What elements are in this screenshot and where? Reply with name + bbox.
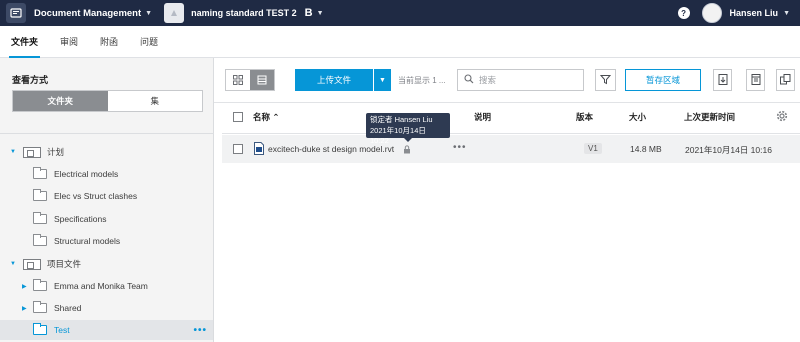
last-updated: 2021年10月14日 10:16	[685, 145, 772, 155]
select-all-checkbox[interactable]	[233, 112, 243, 122]
tree-item-label: Structural models	[54, 236, 121, 246]
tab-issues[interactable]: 问题	[129, 26, 169, 58]
collapsed-triangle-icon[interactable]: ▶	[22, 283, 30, 290]
search-icon	[464, 74, 474, 86]
tree-item-label: Elec vs Struct clashes	[54, 191, 138, 201]
collapsed-triangle-icon[interactable]: ▶	[22, 305, 30, 312]
folder-more-options-icon[interactable]: •••	[193, 325, 207, 336]
app-logo-icon[interactable]	[6, 3, 26, 23]
divider	[0, 133, 214, 134]
app-switcher-chevron-icon[interactable]: ▼	[145, 10, 152, 17]
tab-reviews[interactable]: 审阅	[49, 26, 89, 58]
tab-transmittals[interactable]: 附函	[89, 26, 129, 58]
panel-icon	[751, 73, 761, 87]
details-panel-button[interactable]	[746, 69, 765, 91]
tree-item-specifications[interactable]: Specifications	[33, 209, 214, 229]
tree-item-label: Specifications	[54, 214, 107, 224]
tree-item-emma-and-monika-team[interactable]: ▶ Emma and Monika Team	[22, 276, 214, 296]
compare-icon	[780, 73, 791, 87]
expanded-triangle-icon[interactable]: ▼	[10, 261, 18, 267]
lock-tooltip: 锁定者 Hansen Liu 2021年10月14日 10:22	[366, 113, 450, 145]
column-header-updated[interactable]: 上次更新时间	[684, 111, 735, 123]
column-header-label: 名称	[253, 112, 271, 122]
tree-item-label: 项目文件	[47, 259, 82, 269]
project-switcher-chevron-icon[interactable]: ▼	[317, 10, 324, 17]
tree-item-elec-vs-struct-clashes[interactable]: Elec vs Struct clashes	[33, 186, 214, 206]
app-title[interactable]: Document Management	[34, 8, 141, 19]
grid-view-icon[interactable]	[226, 70, 250, 90]
column-header-name[interactable]: 名称 ⌃	[253, 111, 280, 123]
tree-item-electrical-models[interactable]: Electrical models	[33, 164, 214, 184]
divider	[214, 102, 800, 103]
filter-button[interactable]	[595, 69, 616, 91]
view-mode-sets-button[interactable]: 集	[108, 91, 203, 111]
tree-item-label: Emma and Monika Team	[54, 281, 148, 291]
row-more-options-icon[interactable]: •••	[453, 142, 467, 153]
tree-item-plans[interactable]: ▼ 计划	[10, 142, 214, 162]
project-thumbnail-icon	[164, 3, 185, 23]
tree-item-project-files[interactable]: ▼ 项目文件	[10, 254, 214, 274]
folder-icon	[33, 234, 47, 246]
tree-item-label: Test	[54, 325, 70, 335]
project-folder-icon	[23, 258, 41, 270]
avatar[interactable]	[701, 3, 722, 23]
folder-sidebar: 查看方式 文件夹 集 ▼ 计划 Electrical models Elec v…	[0, 58, 214, 342]
column-header-size[interactable]: 大小	[629, 111, 646, 123]
folder-icon	[33, 167, 47, 179]
table-row[interactable]: excitech-duke st design model.rvt ••• V1…	[222, 135, 800, 163]
tree-item-structural-models[interactable]: Structural models	[33, 231, 214, 251]
tree-item-label: Shared	[54, 303, 82, 313]
top-bar: Document Management ▼ naming standard TE…	[0, 0, 800, 26]
view-mode-toggle: 文件夹 集	[12, 90, 203, 112]
search-input[interactable]	[479, 75, 579, 85]
view-mode-folders-button[interactable]: 文件夹	[13, 91, 108, 111]
help-icon[interactable]: ?	[677, 7, 690, 19]
folder-icon	[33, 301, 47, 313]
tree-item-label: Electrical models	[54, 169, 119, 179]
filter-icon	[599, 74, 612, 87]
compare-button[interactable]	[776, 69, 795, 91]
user-menu-chevron-icon[interactable]: ▼	[783, 10, 790, 17]
tooltip-locked-by: 锁定者 Hansen Liu	[370, 115, 433, 124]
tab-folders[interactable]: 文件夹	[0, 26, 49, 58]
project-badge: B	[304, 7, 313, 19]
user-name[interactable]: Hansen Liu	[730, 8, 779, 18]
tree-item-test[interactable]: Test •••	[0, 320, 213, 340]
folder-icon	[33, 189, 47, 201]
tooltip-locked-time: 2021年10月14日 10:22	[370, 125, 426, 146]
export-button[interactable]	[713, 69, 732, 91]
row-checkbox[interactable]	[233, 144, 243, 154]
sort-ascending-icon: ⌃	[272, 112, 280, 122]
layout-toggle	[225, 69, 275, 91]
version-badge[interactable]: V1	[584, 143, 602, 154]
main-content: 上传文件 ▼ 当前显示 1 ... 暂存区域 名称 ⌃ 说明 版本	[214, 58, 800, 342]
view-by-label: 查看方式	[12, 75, 49, 85]
divider	[222, 133, 800, 134]
upload-options-chevron-icon[interactable]: ▼	[374, 69, 391, 91]
project-name[interactable]: naming standard TEST 2	[191, 8, 297, 18]
upload-files-button[interactable]: 上传文件	[295, 69, 373, 91]
folder-icon	[33, 212, 47, 224]
showing-count: 当前显示 1 ...	[398, 76, 446, 85]
revit-file-icon	[254, 142, 264, 157]
folder-icon	[33, 323, 47, 335]
file-size: 14.8 MB	[630, 144, 662, 154]
project-folder-icon	[23, 146, 41, 158]
upload-files-group: 上传文件 ▼	[295, 69, 391, 91]
column-header-version[interactable]: 版本	[576, 111, 593, 123]
lock-icon[interactable]	[403, 145, 411, 156]
column-settings-gear-icon[interactable]	[776, 110, 788, 124]
search-box	[457, 69, 584, 91]
document-icon	[718, 73, 728, 87]
list-view-icon[interactable]	[250, 70, 274, 90]
tree-item-label: 计划	[47, 147, 65, 157]
column-header-description[interactable]: 说明	[474, 111, 491, 123]
module-tabs: 文件夹 审阅 附函 问题	[0, 26, 800, 58]
holding-area-button[interactable]: 暂存区域	[625, 69, 701, 91]
expanded-triangle-icon[interactable]: ▼	[10, 149, 18, 155]
tree-item-shared[interactable]: ▶ Shared	[22, 298, 214, 318]
folder-icon	[33, 279, 47, 291]
